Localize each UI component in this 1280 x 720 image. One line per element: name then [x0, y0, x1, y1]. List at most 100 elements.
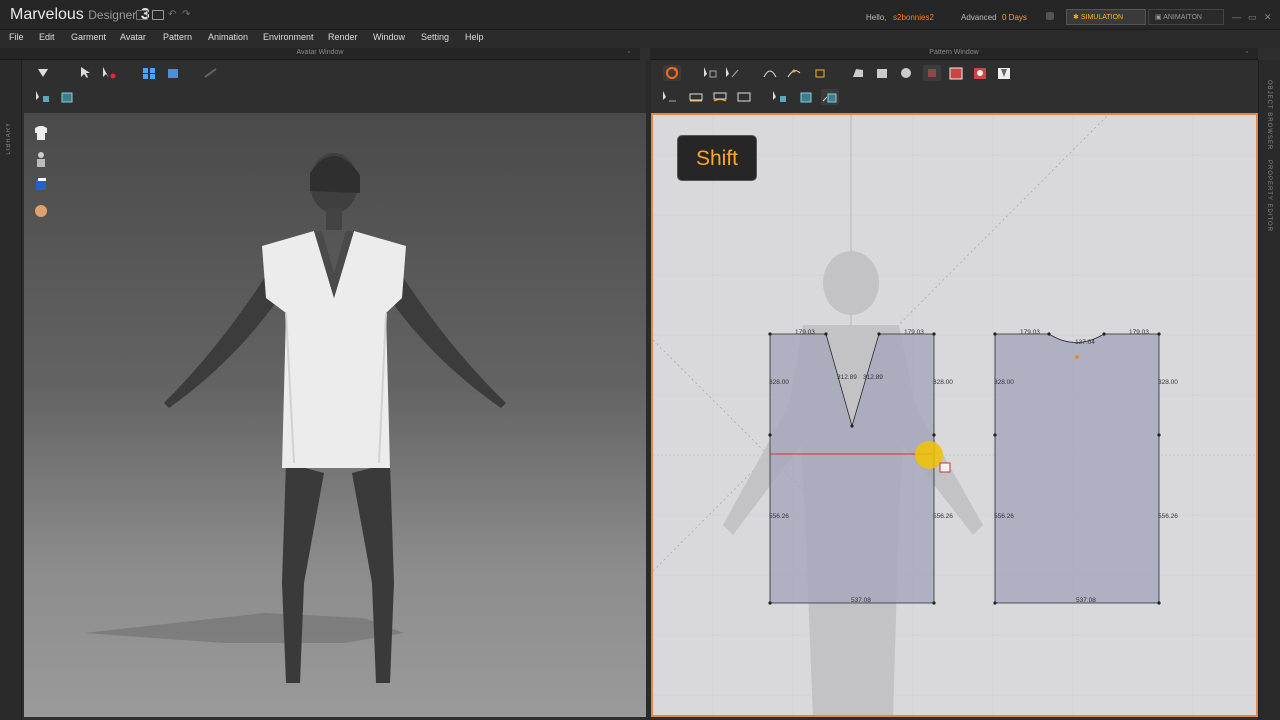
menu-pattern[interactable]: Pattern [163, 32, 192, 42]
brand-sub: Designer [88, 8, 137, 22]
menu-render[interactable]: Render [328, 32, 358, 42]
greeting-label: Hello, [866, 13, 887, 22]
avatar-window-title: Avatar Window [296, 49, 344, 56]
pattern-transform-texture-icon[interactable] [821, 89, 839, 105]
pattern-window-float-icon[interactable]: ▫ [1246, 49, 1248, 56]
menu-edit[interactable]: Edit [39, 32, 55, 42]
back-side-right-lower-length: 556.26 [1158, 513, 1178, 520]
menu-window[interactable]: Window [373, 32, 405, 42]
edit-curve-icon[interactable] [761, 65, 779, 81]
back-top-right-length: 179.03 [1129, 329, 1149, 336]
save-icon[interactable] [136, 10, 148, 20]
menu-avatar[interactable]: Avatar [120, 32, 146, 42]
menu-garment[interactable]: Garment [71, 32, 106, 42]
library-tab-label: LIBRARY [6, 122, 12, 155]
avatar-texture-display-icon[interactable] [32, 176, 50, 194]
simulation-label: SIMULATION [1080, 14, 1124, 21]
multi-sewing-icon[interactable] [711, 89, 729, 105]
undo-icon[interactable]: ↶ [168, 9, 176, 20]
shift-key-overlay: Shift [677, 135, 757, 181]
minimize-icon[interactable]: — [1232, 12, 1241, 22]
app-window: Marvelous Designer 3 ↶ ↷ Hello, s2bonnie… [0, 0, 1280, 720]
property-editor-tab[interactable]: PROPERTY EDITOR [1266, 160, 1272, 232]
edit-pattern-icon[interactable] [723, 65, 741, 81]
avatar-texture-icon[interactable] [58, 89, 76, 105]
title-bar: Marvelous Designer 3 ↶ ↷ Hello, s2bonnie… [0, 0, 1280, 30]
select-record-icon[interactable] [100, 65, 118, 81]
avatar-shirt-icon[interactable] [32, 124, 50, 142]
avatar-viewport[interactable] [24, 113, 646, 717]
animation-icon: ▣ [1155, 14, 1162, 21]
pattern-window-title: Pattern Window [929, 49, 979, 56]
segment-sewing-icon[interactable] [661, 89, 679, 105]
pattern-window-titlebar[interactable]: Pattern Window ▫ [650, 48, 1258, 60]
pattern-select-icon[interactable] [771, 89, 789, 105]
menu-setting[interactable]: Setting [421, 32, 449, 42]
circle-tool-icon[interactable] [897, 65, 915, 81]
back-side-right-upper-length: 328.00 [1158, 379, 1178, 386]
front-bottom-length: 537.08 [851, 597, 871, 604]
menu-file[interactable]: File [9, 32, 24, 42]
avatar-window-titlebar[interactable]: Avatar Window ▫ [0, 48, 640, 60]
close-icon[interactable]: ✕ [1264, 12, 1272, 23]
pattern-toolbar [651, 61, 1258, 113]
pattern-canvas [653, 115, 1256, 715]
plan-label: Advanced [961, 13, 997, 22]
front-top-right-length: 179.03 [904, 329, 924, 336]
sync-icon[interactable] [663, 65, 681, 81]
pattern-texture-icon[interactable] [797, 89, 815, 105]
username-link[interactable]: s2bonnies2 [893, 13, 934, 22]
menu-environment[interactable]: Environment [263, 32, 314, 42]
avatar-toolbar [24, 61, 644, 113]
redo-icon[interactable]: ↷ [182, 9, 190, 20]
back-side-left-upper-length: 328.00 [994, 379, 1014, 386]
maximize-icon[interactable]: ▭ [1248, 12, 1257, 23]
check-sewing-icon[interactable] [735, 89, 753, 105]
back-side-left-lower-length: 556.26 [994, 513, 1014, 520]
back-bottom-length: 537.08 [1076, 597, 1096, 604]
front-side-right-lower-length: 556.26 [933, 513, 953, 520]
avatar-arrange-icon[interactable] [140, 65, 158, 81]
back-neck-length: 137.04 [1075, 339, 1095, 346]
animation-mode-button[interactable]: ▣ ANIMAITON [1148, 9, 1224, 25]
avatar-3d-scene [84, 153, 506, 683]
menu-help[interactable]: Help [465, 32, 484, 42]
right-dock: OBJECT BROWSER PROPERTY EDITOR [1258, 60, 1280, 720]
days-remaining: 0 Days [1002, 13, 1027, 22]
transform-pattern-icon[interactable] [701, 65, 719, 81]
simulation-icon: ✱ [1073, 14, 1079, 21]
pattern-viewport[interactable]: Shift 179.03 179.03 312.89 312.89 328.00… [651, 113, 1258, 717]
select-move-icon[interactable] [78, 65, 96, 81]
library-tab[interactable]: LIBRARY [0, 60, 22, 720]
rectangle-tool-icon[interactable] [873, 65, 891, 81]
app-logo: Marvelous Designer 3 [10, 6, 150, 24]
avatar-window-float-icon[interactable]: ▫ [628, 49, 630, 56]
curve-point-icon[interactable] [785, 65, 803, 81]
avatar-body-icon[interactable] [32, 150, 50, 168]
front-side-right-upper-length: 328.00 [933, 379, 953, 386]
front-neck-left-length: 312.89 [837, 374, 857, 381]
measure-tool-icon[interactable] [202, 65, 220, 81]
object-browser-tab[interactable]: OBJECT BROWSER [1266, 80, 1272, 150]
animation-label: ANIMAITON [1163, 14, 1202, 21]
front-side-left-upper-length: 328.00 [769, 379, 789, 386]
front-neck-right-length: 312.89 [863, 374, 883, 381]
free-sewing-icon[interactable] [687, 89, 705, 105]
front-top-left-length: 179.03 [795, 329, 815, 336]
internal-circle-icon[interactable] [971, 65, 989, 81]
dart-tool-icon[interactable] [995, 65, 1013, 81]
simulation-mode-button[interactable]: ✱ SIMULATION [1066, 9, 1146, 25]
open-folder-icon[interactable] [152, 10, 164, 20]
menu-animation[interactable]: Animation [208, 32, 248, 42]
add-point-icon[interactable] [811, 65, 829, 81]
avatar-fit-icon[interactable] [164, 65, 182, 81]
polygon-tool-icon[interactable] [849, 65, 867, 81]
back-top-left-length: 179.03 [1020, 329, 1040, 336]
internal-polygon-icon[interactable] [923, 65, 941, 81]
internal-rectangle-icon[interactable] [947, 65, 965, 81]
avatar-select-pattern-icon[interactable] [34, 89, 52, 105]
brand-name: Marvelous [10, 6, 84, 23]
settings-icon[interactable] [1046, 12, 1054, 20]
simulate-down-icon[interactable] [34, 65, 52, 81]
avatar-skin-icon[interactable] [32, 202, 50, 220]
